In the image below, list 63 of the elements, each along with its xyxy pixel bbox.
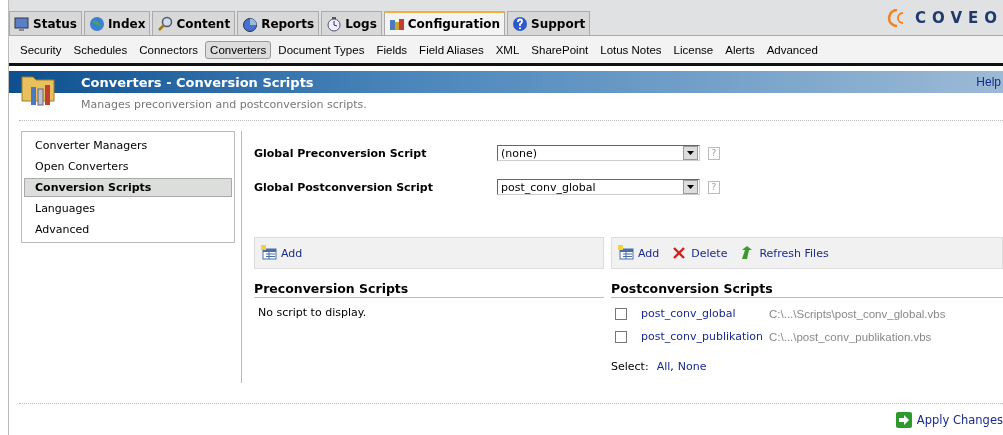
sub-nav-link[interactable]: Advanced: [761, 40, 823, 59]
checkbox[interactable]: [615, 330, 627, 343]
field-label: Global Preconversion Script: [254, 146, 428, 160]
logo-text: COVEO: [915, 9, 1003, 27]
toolbar-button[interactable]: Add: [618, 245, 660, 261]
dropdown-arrow-icon: [687, 151, 694, 155]
side-menu-item[interactable]: Languages: [24, 199, 232, 218]
delete-icon: [671, 245, 688, 261]
toolbar-button[interactable]: Add: [261, 245, 303, 261]
page-description: Manages preconversion and postconversion scripts.: [80, 97, 368, 113]
section-heading: Postconversion Scripts: [611, 269, 1003, 298]
sub-nav-link[interactable]: Schedules: [68, 40, 133, 59]
sub-nav-link[interactable]: Fields: [371, 40, 413, 59]
pie-chart-icon: [242, 15, 259, 32]
sub-nav-link[interactable]: Lotus Notes: [595, 40, 667, 59]
script-dropdown[interactable]: post_conv_global: [497, 179, 700, 195]
sub-nav-link[interactable]: Field Aliases: [414, 40, 489, 59]
side-menu-item[interactable]: Open Converters: [24, 157, 232, 176]
empty-message: No script to display.: [257, 305, 368, 321]
sub-nav-link[interactable]: SharePoint: [526, 40, 594, 59]
sub-nav-link[interactable]: License: [668, 40, 719, 59]
folder-tools-icon: [21, 73, 57, 107]
separator: ,: [670, 360, 674, 373]
arrow-icon: [895, 412, 912, 428]
sub-nav-link[interactable]: Alerts: [720, 40, 760, 59]
toolbar-button[interactable]: Delete: [671, 245, 728, 261]
checkbox[interactable]: [615, 307, 627, 320]
sub-nav-link[interactable]: Document Types: [273, 40, 370, 59]
side-menu-item[interactable]: Conversion Scripts: [24, 178, 232, 197]
toolbar-button[interactable]: Refresh Files: [739, 245, 829, 261]
sub-nav-link[interactable]: XML: [490, 40, 525, 59]
script-link[interactable]: post_conv_global: [641, 307, 769, 320]
add-table-icon: [618, 245, 634, 261]
add-table-icon: [261, 245, 277, 261]
help-link[interactable]: Help: [976, 75, 1001, 89]
nav-tab[interactable]: Index: [83, 11, 151, 35]
side-menu-item[interactable]: Advanced: [24, 220, 232, 239]
sub-nav-link[interactable]: Converters: [205, 40, 272, 59]
nav-tab[interactable]: Logs: [321, 11, 382, 35]
script-path: C:\...\post_conv_publikation.vbs: [769, 330, 932, 343]
sub-nav-link[interactable]: Security: [15, 40, 67, 59]
nav-tab[interactable]: Status: [9, 11, 82, 35]
script-dropdown[interactable]: (none): [497, 145, 700, 161]
nav-tab[interactable]: Content: [152, 11, 236, 35]
help-icon: [512, 15, 529, 32]
page-title: Converters - Conversion Scripts: [81, 74, 314, 90]
side-menu-item[interactable]: Converter Managers: [24, 136, 232, 155]
monitor-icon: [14, 15, 30, 32]
script-link[interactable]: post_conv_publikation: [641, 330, 769, 343]
globe-icon: [88, 15, 105, 32]
nav-tab[interactable]: Reports: [237, 11, 320, 35]
section-heading: Preconversion Scripts: [254, 269, 604, 298]
stopwatch-icon: [326, 15, 343, 32]
field-label: Global Postconversion Script: [254, 180, 434, 194]
sub-nav-link[interactable]: Connectors: [134, 40, 204, 59]
select-label: Select:: [611, 360, 649, 373]
select-none-link[interactable]: None: [677, 360, 707, 373]
apply-changes-button[interactable]: Apply Changes: [895, 412, 1003, 428]
dropdown-arrow-icon: [687, 185, 694, 189]
script-path: C:\...\Scripts\post_conv_global.vbs: [769, 307, 946, 320]
nav-tab[interactable]: Configuration: [383, 11, 506, 35]
nav-tab[interactable]: Support: [507, 11, 591, 35]
search-icon: [157, 15, 174, 32]
